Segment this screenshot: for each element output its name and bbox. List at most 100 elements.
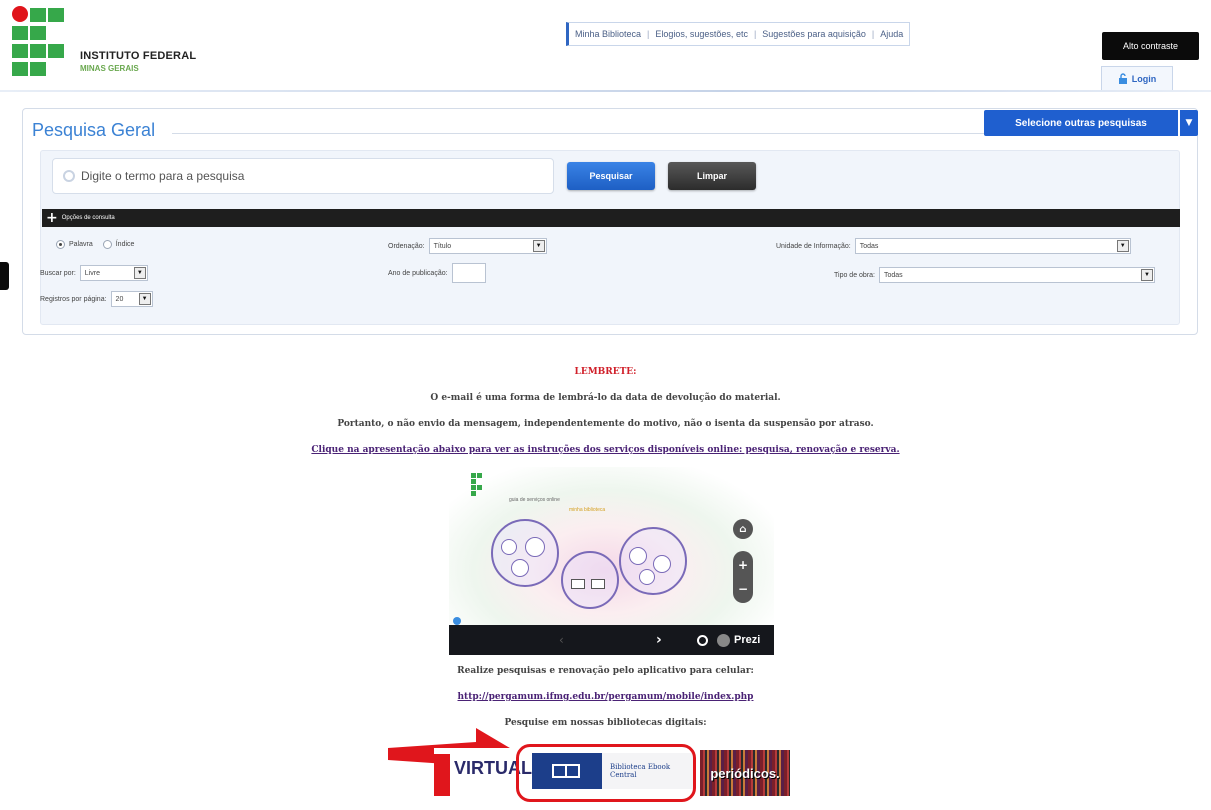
chevron-down-icon: ▼ bbox=[133, 267, 146, 279]
app-text: Realize pesquisas e renovação pelo aplic… bbox=[457, 666, 754, 676]
biblioteca-virtual-logo[interactable]: VIRTUAL bbox=[434, 748, 532, 798]
radio-palavra[interactable] bbox=[56, 240, 65, 249]
radio-indice[interactable] bbox=[102, 240, 112, 249]
periodicos-logo[interactable]: periódicos. bbox=[700, 750, 790, 796]
buscar-por-select[interactable]: Livre ▼ bbox=[79, 265, 148, 281]
prev-icon[interactable]: ‹ bbox=[559, 633, 564, 647]
ordenacao-value: Título bbox=[433, 242, 452, 250]
page-title: Pesquisa Geral bbox=[32, 120, 162, 141]
buscar-por-label: Buscar por: bbox=[40, 269, 76, 277]
registros-label: Registros por página: bbox=[40, 295, 107, 303]
periodicos-label: periódicos. bbox=[710, 765, 780, 781]
search-mode-radios: Palavra Índice bbox=[56, 240, 134, 249]
nav-separator: | bbox=[753, 29, 757, 39]
slide-node bbox=[591, 579, 605, 589]
login-button[interactable]: Login bbox=[1101, 66, 1173, 90]
virtual-logo-mark bbox=[434, 754, 450, 796]
zoom-control[interactable]: + − bbox=[733, 551, 753, 603]
registros-value: 20 bbox=[115, 295, 124, 303]
ifmg-mini-logo bbox=[471, 473, 482, 496]
zoom-in-icon[interactable]: + bbox=[738, 558, 748, 572]
high-contrast-button[interactable]: Alto contraste bbox=[1102, 32, 1199, 60]
buscar-por-value: Livre bbox=[84, 269, 100, 277]
zoom-out-icon[interactable]: − bbox=[738, 582, 748, 596]
nav-separator: | bbox=[647, 29, 650, 39]
next-icon[interactable]: › bbox=[656, 632, 662, 648]
slide-circle bbox=[491, 519, 559, 587]
search-input[interactable] bbox=[81, 169, 521, 183]
chevron-down-icon: ▼ bbox=[1141, 269, 1153, 281]
search-input-wrapper[interactable] bbox=[52, 158, 554, 194]
presentation-link[interactable]: Clique na apresentação abaixo para ver a… bbox=[0, 445, 1211, 455]
clear-button[interactable]: Limpar bbox=[668, 162, 756, 190]
highlight-ring bbox=[516, 744, 696, 802]
home-icon[interactable]: ⌂ bbox=[733, 519, 753, 539]
slide-node bbox=[653, 555, 671, 573]
radio-indice-label: Índice bbox=[115, 241, 135, 248]
slide-node bbox=[501, 539, 517, 555]
logo-dot bbox=[12, 6, 28, 22]
slide-subtitle: minha biblioteca bbox=[569, 507, 606, 513]
lock-icon bbox=[1118, 73, 1127, 84]
unidade-field: Unidade de Informação: Todas ▼ bbox=[776, 238, 1131, 254]
buscar-por-field: Buscar por: Livre ▼ bbox=[40, 265, 148, 281]
slide-node bbox=[525, 537, 545, 557]
ano-input[interactable] bbox=[451, 263, 486, 283]
tipo-obra-label: Tipo de obra: bbox=[834, 271, 875, 279]
ordenacao-label: Ordenação: bbox=[388, 242, 425, 250]
unidade-value: Todas bbox=[859, 242, 879, 250]
side-tab-marker[interactable] bbox=[0, 262, 9, 290]
institution-subtitle: MINAS GERAIS bbox=[80, 64, 139, 73]
chevron-down-icon: ▼ bbox=[1116, 240, 1129, 252]
registros-field: Registros por página: 20 ▼ bbox=[40, 291, 153, 307]
institution-name: INSTITUTO FEDERAL bbox=[80, 50, 197, 62]
prezi-label: Prezi bbox=[734, 634, 761, 646]
chevron-down-icon: ▼ bbox=[1180, 110, 1198, 136]
plus-icon: + bbox=[46, 210, 58, 226]
nav-ajuda[interactable]: Ajuda bbox=[880, 29, 903, 39]
nav-sugestoes-aquisicao[interactable]: Sugestões para aquisição bbox=[762, 29, 866, 39]
nav-minha-biblioteca[interactable]: Minha Biblioteca bbox=[575, 29, 641, 39]
tipo-obra-select[interactable]: Todas ▼ bbox=[879, 267, 1155, 283]
slide-node bbox=[629, 547, 647, 565]
mobile-app-link[interactable]: http://pergamum.ifmg.edu.br/pergamum/mob… bbox=[0, 692, 1211, 702]
search-icon bbox=[63, 170, 75, 182]
ano-label: Ano de publicação: bbox=[388, 269, 448, 277]
nav-elogios[interactable]: Elogios, sugestões, etc bbox=[655, 29, 748, 39]
nav-separator: | bbox=[871, 29, 875, 39]
unidade-select[interactable]: Todas ▼ bbox=[854, 238, 1131, 254]
other-searches-dropdown[interactable]: Selecione outras pesquisas ▼ bbox=[984, 110, 1198, 136]
ano-field: Ano de publicação: bbox=[388, 263, 486, 283]
unidade-label: Unidade de Informação: bbox=[776, 242, 851, 250]
chevron-down-icon: ▼ bbox=[138, 293, 151, 305]
other-searches-label: Selecione outras pesquisas bbox=[984, 110, 1178, 136]
site-header: INSTITUTO FEDERAL MINAS GERAIS Minha Bib… bbox=[0, 0, 1211, 92]
slide-node bbox=[571, 579, 585, 589]
ordenacao-select[interactable]: Título ▼ bbox=[428, 238, 547, 254]
progress-indicator bbox=[453, 617, 461, 625]
slide-title: guia de serviços online bbox=[509, 497, 560, 503]
registros-select[interactable]: 20 ▼ bbox=[110, 291, 153, 307]
digital-libraries-text: Pesquise em nossas bibliotecas digitais: bbox=[504, 718, 707, 728]
prezi-presentation[interactable]: guia de serviços online minha biblioteca… bbox=[449, 467, 774, 655]
search-button[interactable]: Pesquisar bbox=[567, 162, 655, 190]
ifmg-logo[interactable] bbox=[10, 6, 66, 78]
slide-node bbox=[639, 569, 655, 585]
prezi-logo-icon bbox=[717, 633, 730, 647]
fullscreen-icon[interactable] bbox=[697, 634, 708, 646]
slide-circle bbox=[561, 551, 619, 609]
ordenacao-field: Ordenação: Título ▼ bbox=[388, 238, 547, 254]
reminder-title: LEMBRETE: bbox=[574, 367, 637, 377]
query-options-label: Opções de consulta bbox=[61, 215, 115, 221]
tipo-obra-value: Todas bbox=[884, 271, 903, 279]
chevron-down-icon: ▼ bbox=[532, 240, 545, 252]
login-label: Login bbox=[1131, 73, 1157, 84]
top-navigation: Minha Biblioteca | Elogios, sugestões, e… bbox=[566, 22, 911, 46]
tipo-obra-field: Tipo de obra: Todas ▼ bbox=[834, 267, 1155, 283]
query-options-bar[interactable]: + Opções de consulta bbox=[42, 209, 1180, 227]
prezi-player-bar: ‹ › Prezi bbox=[449, 625, 774, 655]
radio-palavra-label: Palavra bbox=[69, 241, 93, 248]
reminder-line-1: O e-mail é uma forma de lembrá-lo da dat… bbox=[430, 393, 781, 403]
reminder-line-2: Portanto, o não envio da mensagem, indep… bbox=[337, 419, 874, 429]
header-divider bbox=[0, 90, 1211, 92]
